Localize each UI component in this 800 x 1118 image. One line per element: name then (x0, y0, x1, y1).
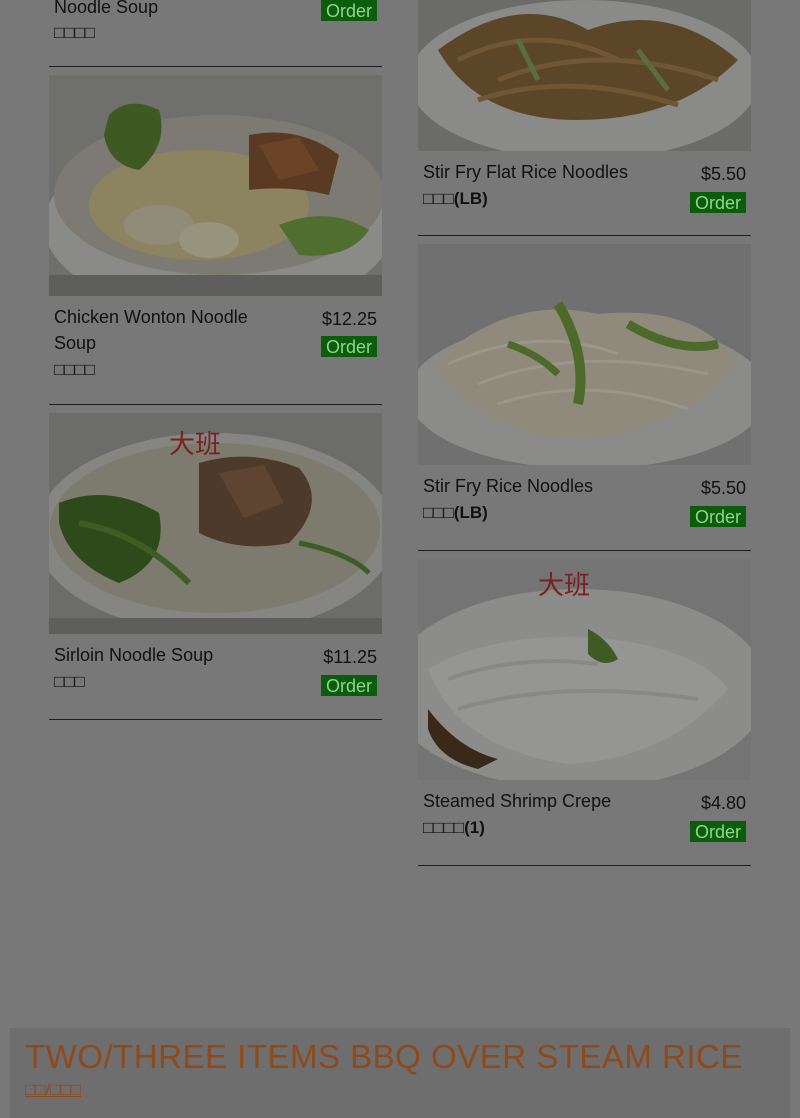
divider (49, 404, 382, 405)
item-name: Stir Fry Flat Rice Noodles (423, 162, 629, 182)
sirloin-bowl-photo[interactable]: 大班 (49, 413, 382, 634)
item-name: Sirloin Noodle Soup (54, 645, 214, 665)
item-chinese-name: □□□□(1) (423, 818, 485, 837)
flat-noodles-photo[interactable] (418, 0, 751, 151)
item-chinese-name: □□□(LB) (423, 189, 488, 208)
item-chinese-name: □□□ (54, 672, 85, 691)
item-price: $4.80 (700, 793, 746, 813)
section-subtitle: □□/□□□ (25, 1080, 82, 1099)
order-button[interactable]: Order (689, 506, 746, 527)
shrimp-crepe-photo[interactable]: 大班 (418, 559, 751, 780)
item-price: $5.50 (700, 164, 746, 184)
divider (418, 550, 751, 551)
divider (49, 719, 382, 720)
order-button[interactable]: Order (320, 675, 377, 696)
divider (418, 865, 751, 866)
item-chinese-name: □□□□ (54, 360, 96, 379)
item-name: Steamed Shrimp Crepe (423, 791, 612, 811)
divider (418, 235, 751, 236)
order-button[interactable]: Order (689, 192, 746, 213)
section-title: TWO/THREE ITEMS BBQ OVER STEAM RICE (25, 1038, 743, 1075)
order-button[interactable]: Order (320, 0, 377, 21)
item-price: $11.25 (323, 647, 377, 667)
order-button[interactable]: Order (689, 821, 746, 842)
wonton-bowl-photo[interactable] (49, 75, 382, 296)
divider (49, 66, 382, 67)
item-price: $12.25 (321, 309, 377, 329)
item-name: Noodle Soup (54, 0, 159, 17)
rice-noodles-photo[interactable] (418, 244, 751, 465)
item-chinese-name: □□□(LB) (423, 503, 488, 522)
item-name: Chicken Wonton Noodle Soup (54, 307, 248, 353)
item-chinese-name: □□□□ (54, 23, 96, 42)
svg-text:大班: 大班 (538, 571, 590, 600)
bbq-section-header: TWO/THREE ITEMS BBQ OVER STEAM RICE □□/□… (10, 1028, 790, 1118)
item-price: $5.50 (700, 478, 746, 498)
order-button[interactable]: Order (320, 336, 377, 357)
svg-text:大班: 大班 (169, 430, 221, 459)
item-name: Stir Fry Rice Noodles (423, 476, 594, 496)
